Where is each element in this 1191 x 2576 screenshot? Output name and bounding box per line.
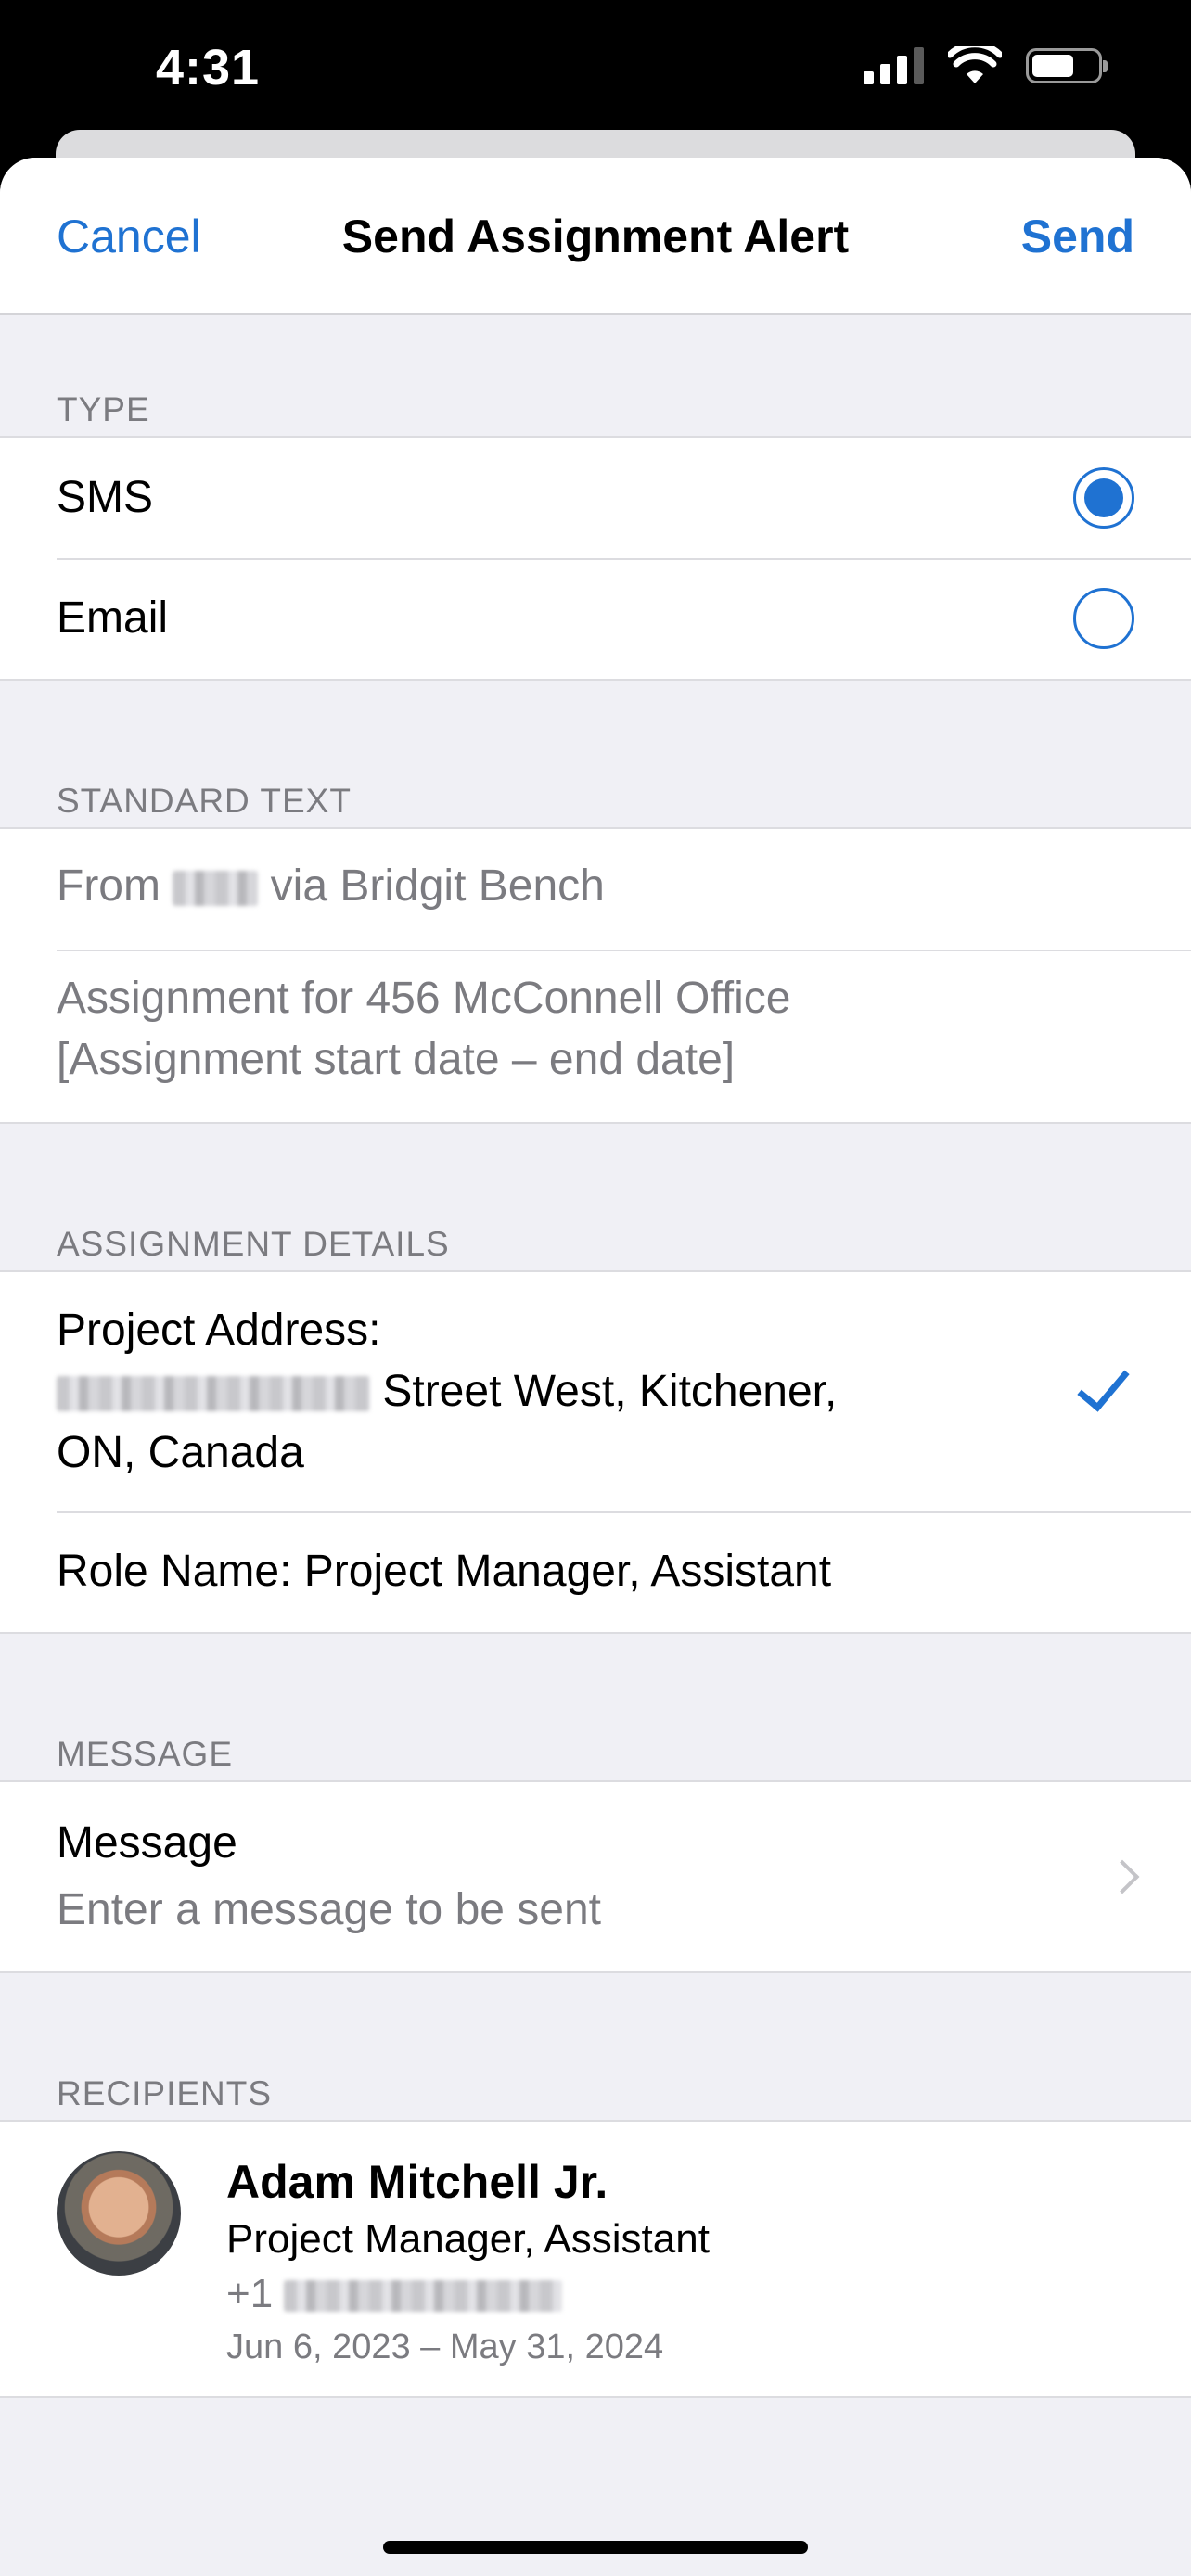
status-bar: 4:31 — [0, 0, 1191, 130]
message-section-header: MESSAGE — [57, 1735, 233, 1773]
recipient-phone: +1 — [226, 2268, 710, 2320]
assignment-details-group: Project Address: Street West, Kitchener,… — [0, 1270, 1191, 1634]
home-indicator — [383, 2541, 808, 2554]
cellular-signal-icon — [864, 47, 924, 84]
type-option-sms[interactable]: SMS — [57, 438, 1191, 558]
from-suffix: via Bridgit Bench — [270, 861, 605, 911]
from-line: From via Bridgit Bench — [57, 829, 1191, 950]
type-group: SMS Email — [0, 436, 1191, 681]
type-option-label: SMS — [57, 473, 154, 522]
recipient-info: Adam Mitchell Jr. Project Manager, Assis… — [226, 2153, 710, 2374]
message-group: Message Enter a message to be sent — [0, 1780, 1191, 1973]
assignment-details-header: ASSIGNMENT DETAILS — [57, 1225, 450, 1263]
send-button[interactable]: Send — [1021, 210, 1134, 263]
modal-sheet: Cancel Send Assignment Alert Send TYPE S… — [0, 158, 1191, 2576]
assignment-text: Assignment for 456 McConnell Office [Ass… — [57, 950, 1191, 1122]
phone-prefix: +1 — [226, 2271, 274, 2316]
status-time: 4:31 — [156, 40, 261, 96]
standard-text-group: From via Bridgit Bench Assignment for 45… — [0, 827, 1191, 1124]
type-section-header: TYPE — [57, 390, 150, 428]
recipient-row[interactable]: Adam Mitchell Jr. Project Manager, Assis… — [0, 2122, 1191, 2396]
recipients-section-header: RECIPIENTS — [57, 2074, 273, 2112]
role-name-text: Role Name: Project Manager, Assistant — [57, 1547, 832, 1596]
battery-icon — [1026, 48, 1108, 83]
recipient-dates: Jun 6, 2023 – May 31, 2024 — [226, 2327, 664, 2366]
radio-selected-icon[interactable] — [1073, 467, 1134, 529]
type-option-label: Email — [57, 593, 169, 643]
assignment-dates-placeholder: [Assignment start date – end date] — [57, 1035, 736, 1084]
message-label: Message — [57, 1818, 237, 1868]
redacted-name — [173, 871, 259, 907]
page-title: Send Assignment Alert — [341, 210, 850, 262]
message-placeholder: Enter a message to be sent — [57, 1885, 602, 1934]
project-address-street: Street West, Kitchener, — [382, 1367, 838, 1416]
role-name-row[interactable]: Role Name: Project Manager, Assistant — [57, 1511, 1191, 1632]
status-icons — [864, 46, 1108, 85]
recipient-role: Project Manager, Assistant — [226, 2216, 710, 2262]
wifi-icon — [948, 46, 1002, 83]
message-row[interactable]: Message Enter a message to be sent — [57, 1782, 1191, 1971]
project-address-row[interactable]: Project Address: Street West, Kitchener,… — [57, 1272, 1191, 1511]
recipient-name: Adam Mitchell Jr. — [226, 2156, 608, 2208]
project-address-label: Project Address: — [57, 1306, 381, 1355]
type-option-email[interactable]: Email — [57, 558, 1191, 679]
assignment-line: Assignment for 456 McConnell Office — [57, 974, 791, 1023]
recipients-group: Adam Mitchell Jr. Project Manager, Assis… — [0, 2120, 1191, 2398]
nav-bar: Cancel Send Assignment Alert Send — [0, 158, 1191, 315]
redacted-phone — [284, 2280, 563, 2313]
radio-unselected-icon[interactable] — [1073, 588, 1134, 649]
avatar — [57, 2151, 181, 2276]
from-prefix: From — [57, 861, 160, 911]
standard-text-header: STANDARD TEXT — [57, 782, 352, 820]
project-address-region: ON, Canada — [57, 1428, 304, 1477]
project-address-street-line: Street West, Kitchener, — [57, 1361, 1134, 1422]
redacted-address — [57, 1376, 370, 1412]
